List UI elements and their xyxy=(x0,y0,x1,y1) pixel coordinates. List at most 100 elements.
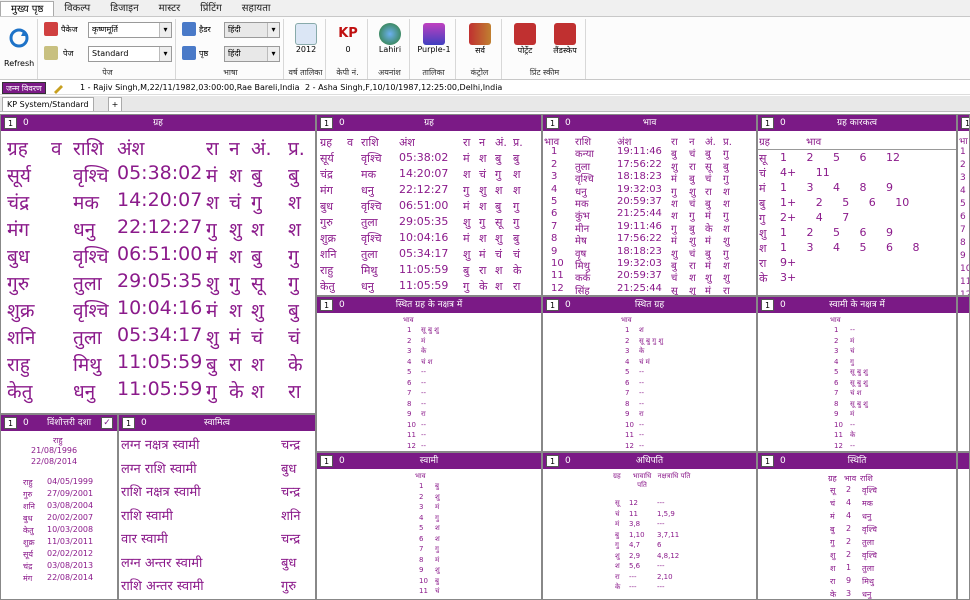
panel-significators: 1 0 ग्रह कारकत्व ग्रह भाव सू 1 2 5 6 12 चं 4+… xyxy=(757,114,957,296)
planet-cell: चं xyxy=(615,509,620,518)
house-num-cell: 2 xyxy=(407,336,412,345)
all-control-button[interactable]: सर्व xyxy=(464,23,496,56)
house-lord-cell: 3,8 xyxy=(629,520,641,528)
page-lang-select[interactable]: हिंदी xyxy=(224,46,280,62)
value-cell: गु xyxy=(435,513,439,522)
lordship-value: बुध xyxy=(281,461,297,477)
dasha-checkbox[interactable]: ✓ xyxy=(101,417,113,429)
table-cell: शु xyxy=(463,216,471,229)
portrait-button[interactable]: पोर्ट्रेट xyxy=(506,23,544,56)
package-select[interactable]: कृष्णमूर्ति xyxy=(88,22,172,38)
table-cell: धनु xyxy=(73,381,96,403)
page-group: पैकेज कृष्णमूर्ति पेज Standard पेज xyxy=(40,19,176,79)
table-cell: केतु xyxy=(320,280,335,293)
kp-group: KP 0 केपी नं. xyxy=(328,19,368,79)
value-cell: -- xyxy=(639,368,645,376)
value-cell: चं मं xyxy=(639,357,650,366)
house-num-cell: 3 xyxy=(625,347,630,355)
house-lord-cell: --- xyxy=(629,583,637,591)
col-header: भाव xyxy=(415,472,426,480)
menu-design[interactable]: डिजाइन xyxy=(100,1,148,16)
col-header: भाव xyxy=(844,474,857,483)
star-lord-cell: 2,10 xyxy=(657,572,673,581)
value-cell: -- xyxy=(850,441,856,450)
table-cell: मंग xyxy=(320,184,333,197)
tab-kp-system[interactable]: KP System/Standard xyxy=(2,97,94,111)
house-cell: 1 xyxy=(846,563,852,572)
table-cell: सूर्य xyxy=(7,165,31,187)
portrait-icon xyxy=(514,23,536,45)
table-cell: 10:04:16 xyxy=(117,297,203,319)
header-lang-select[interactable]: हिंदी xyxy=(224,22,280,38)
dasha-planet: गुरु xyxy=(23,490,33,499)
chart-1[interactable]: 1 - Rajiv Singh,M,22/11/1982,03:00:00,Ra… xyxy=(80,81,300,95)
menu-printing[interactable]: प्रिंटिंग xyxy=(190,1,232,16)
planet-cell: रा xyxy=(830,577,836,586)
table-cell: 8 xyxy=(551,233,558,245)
kp-number-button[interactable]: KP 0 xyxy=(332,23,364,54)
planet-cell: शु xyxy=(759,227,767,240)
table-cell: गु xyxy=(463,184,470,197)
table-cell: के xyxy=(288,354,303,376)
table-cell: 1 xyxy=(551,146,558,158)
lordship-value: शनि xyxy=(281,508,301,524)
col-header: भा xyxy=(959,137,968,147)
planet-cell: सू xyxy=(759,152,767,165)
birth-details-button[interactable]: जन्म विवरण xyxy=(2,82,46,94)
edge-cell: 3 xyxy=(960,173,966,183)
edit-icon[interactable] xyxy=(52,82,64,94)
ayanamsha-group: Lahiri अयनांश xyxy=(370,19,410,79)
table-cell: 18:18:23 xyxy=(617,245,662,257)
value-cell: -- xyxy=(639,378,645,387)
menu-home[interactable]: मुख्य पृष्ठ xyxy=(0,1,55,16)
menu-master[interactable]: मास्टर xyxy=(149,1,191,16)
landscape-button[interactable]: लैंडस्केप xyxy=(546,23,584,56)
dasha-planet: शुक्र xyxy=(23,538,35,547)
table-cell: 11:05:59 xyxy=(117,351,203,373)
planet-cell: गु xyxy=(830,538,835,547)
add-tab-button[interactable]: + xyxy=(108,97,122,111)
col-header: भाव xyxy=(806,137,822,148)
dasha-planet: सूर्य xyxy=(23,550,34,559)
value-cell: मं xyxy=(850,336,855,345)
table-cell: चं xyxy=(495,248,502,261)
house-num-cell: 1 xyxy=(834,326,839,334)
menu-options[interactable]: विकल्प xyxy=(54,1,100,16)
value-cell: सू बु शु xyxy=(850,378,868,387)
star-lord-cell: 3,7,11 xyxy=(657,530,680,539)
menu-help[interactable]: सहायता xyxy=(232,1,281,16)
table-cell: 21:25:44 xyxy=(617,282,662,294)
table-cell: गु xyxy=(288,273,299,295)
table-color-button[interactable]: Purple-1 xyxy=(416,23,452,54)
table-cell: वृश्चि xyxy=(361,200,382,213)
value-cell: शु xyxy=(435,566,440,574)
planet-cell: शु xyxy=(830,551,836,560)
table-cell: धनु xyxy=(361,184,374,197)
house-cell: 2 xyxy=(846,550,852,559)
house-num-cell: 8 xyxy=(419,555,424,564)
lordship-label: लग्न राशि स्वामी xyxy=(121,461,197,477)
table-cell: रा xyxy=(479,264,487,277)
edge-cell: 7 xyxy=(960,225,966,235)
table-cell: 05:38:02 xyxy=(117,162,203,184)
table-cell: श xyxy=(288,219,301,241)
value-cell: -- xyxy=(850,326,856,334)
house-num-cell: 7 xyxy=(625,389,630,397)
value-cell: मं xyxy=(435,503,440,511)
table-cell: 19:32:03 xyxy=(617,183,662,195)
planet-cell: गु xyxy=(759,212,766,225)
sign-cell: वृश्चि xyxy=(862,551,877,560)
sign-cell: तुला xyxy=(862,564,875,573)
year-table-button[interactable]: 2012 xyxy=(290,23,322,54)
col-header: प्र. xyxy=(513,136,523,149)
table-cell: 29:05:35 xyxy=(399,215,449,228)
chart-2[interactable]: 2 - Asha Singh,F,10/10/1987,12:25:00,Del… xyxy=(305,81,502,95)
table-cell: 11:05:59 xyxy=(399,263,449,276)
value-cell: -- xyxy=(421,420,427,429)
page-select[interactable]: Standard xyxy=(88,46,172,62)
table-cell: 17:56:22 xyxy=(617,158,662,170)
table-cell: श xyxy=(288,192,301,214)
ayanamsha-button[interactable]: Lahiri xyxy=(374,23,406,54)
refresh-button[interactable]: Refresh xyxy=(4,27,34,68)
house-num-cell: 7 xyxy=(834,389,839,397)
